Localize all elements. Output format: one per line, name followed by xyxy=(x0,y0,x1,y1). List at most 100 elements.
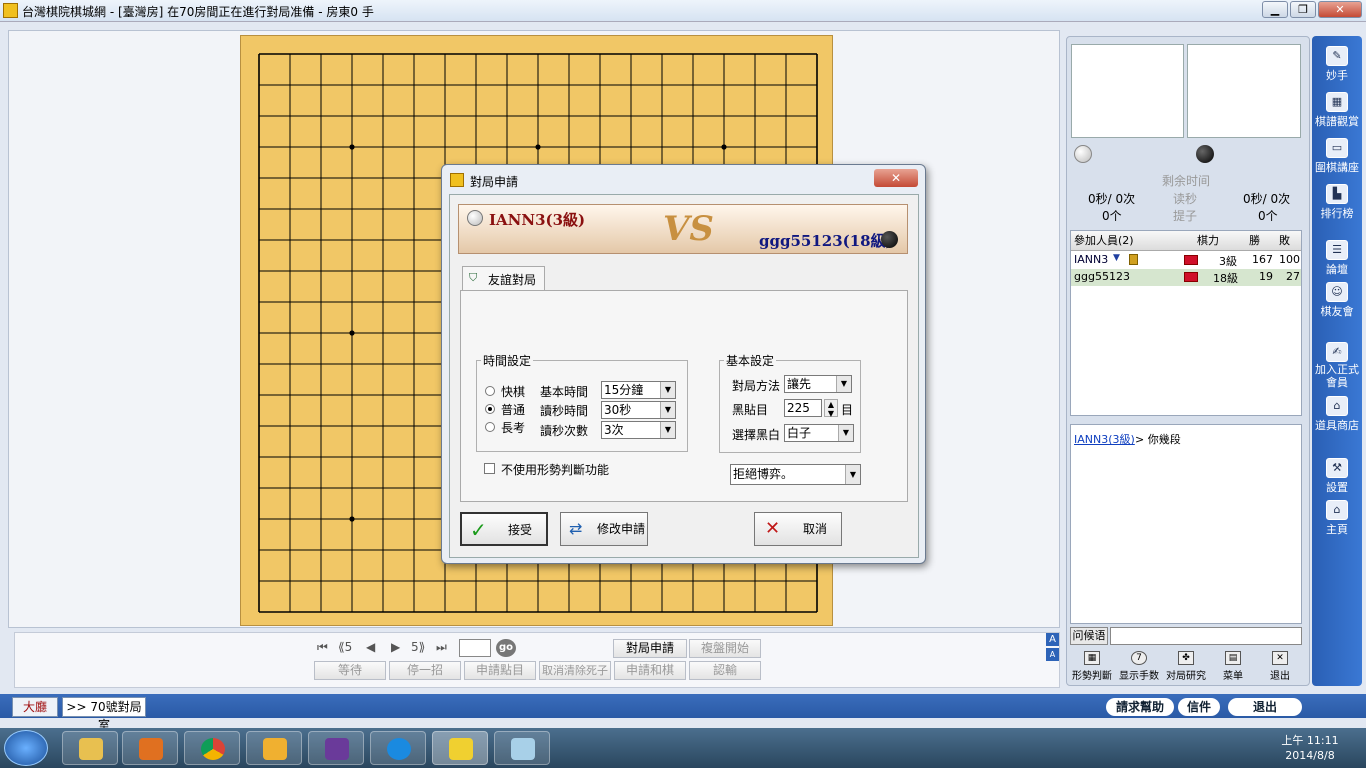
sidebar-item-tesuji[interactable]: ✎ 妙手 xyxy=(1312,46,1362,83)
white-captures: 0个 xyxy=(1102,209,1122,223)
mode-long-radio[interactable] xyxy=(485,422,495,432)
dialog-title: 對局申請 xyxy=(470,175,519,189)
no-judge-checkbox[interactable] xyxy=(484,463,495,474)
pass-button[interactable]: 停一招 xyxy=(389,661,461,680)
taskbar-media[interactable] xyxy=(122,731,178,765)
sidebar-item-settings[interactable]: ⚒ 設置 xyxy=(1312,458,1362,495)
komi-unit: 目 xyxy=(841,403,854,417)
player-row[interactable]: ggg55123 18級 19 27 xyxy=(1071,269,1301,286)
dialog-close-button[interactable]: ✕ xyxy=(874,169,918,187)
sidebar-item-ranking[interactable]: ▙ 排行榜 xyxy=(1312,184,1362,221)
exit-button[interactable]: 退出 xyxy=(1228,698,1302,716)
chat-sender[interactable]: IANN3(3級) xyxy=(1074,431,1135,447)
help-button[interactable]: 請求幫助 xyxy=(1106,698,1174,716)
modify-request-button[interactable]: ⇄ 修改申請 xyxy=(560,512,648,546)
header-rank[interactable]: 棋力 xyxy=(1197,232,1219,250)
back-button[interactable]: ◀ xyxy=(366,640,375,654)
go-button[interactable]: go xyxy=(496,639,516,657)
byoyomi-time-select[interactable]: 30秒 ▼ xyxy=(601,401,676,419)
back5-button[interactable]: ⟪5 xyxy=(338,640,352,654)
chat-log[interactable]: IANN3(3級) > 你幾段 xyxy=(1070,424,1302,624)
player-loss: 100 xyxy=(1279,253,1300,266)
maximize-button[interactable]: ❐ xyxy=(1290,1,1316,18)
taskbar-notes[interactable] xyxy=(494,731,550,765)
basic-time-select[interactable]: 15分鐘 ▼ xyxy=(601,381,676,399)
cancel-button[interactable]: ✕ 取消 xyxy=(754,512,842,546)
tab-friendly-game[interactable]: ⛉ 友誼對局 xyxy=(462,266,545,291)
close-button[interactable]: ✕ xyxy=(1318,1,1362,18)
chat-message: > 你幾段 xyxy=(1135,433,1181,446)
exit-tool[interactable]: ✕ 退出 xyxy=(1256,651,1304,682)
sidebar-item-shop[interactable]: ⌂ 道具商店 xyxy=(1312,396,1362,433)
sidebar-item-kifu[interactable]: ▦ 棋譜觀賞 xyxy=(1312,92,1362,129)
header-loss[interactable]: 敗 xyxy=(1279,232,1290,250)
apply-draw-button[interactable]: 申請和棋 xyxy=(614,661,686,680)
cancel-dead-stones-button[interactable]: 取消清除死子 xyxy=(539,661,611,680)
clock-time: 上午 11:11 xyxy=(1281,734,1339,747)
forward-button[interactable]: ▶ xyxy=(391,640,400,654)
sidebar-item-join[interactable]: ✍ 加入正式會員 xyxy=(1312,342,1362,389)
player-menu-icon[interactable]: ▼ xyxy=(1113,253,1120,263)
greeting-button[interactable]: 问候语 xyxy=(1070,627,1108,645)
star-point xyxy=(721,144,727,150)
apply-game-button[interactable]: 對局申請 xyxy=(613,639,687,658)
show-moves-tool[interactable]: 7 显示手数 xyxy=(1115,651,1163,682)
tab-room[interactable]: >> 70號對局室 xyxy=(62,697,146,732)
color-select[interactable]: 白子 ▼ xyxy=(784,424,854,442)
method-select[interactable]: 讓先 ▼ xyxy=(784,375,852,393)
last-move-button[interactable]: ⏭ xyxy=(436,640,447,655)
accept-label: 接受 xyxy=(508,523,533,537)
taskbar-chrome[interactable] xyxy=(184,731,240,765)
byoyomi-time-value: 30秒 xyxy=(604,403,632,417)
study-tool[interactable]: ✤ 对局研究 xyxy=(1162,651,1210,682)
komi-spinner[interactable]: ▲ ▼ xyxy=(824,399,838,418)
join-icon: ✍ xyxy=(1326,342,1348,362)
resign-button[interactable]: 認輸 xyxy=(689,661,761,680)
mode-fast-radio[interactable] xyxy=(485,386,495,396)
player-rank: 18級 xyxy=(1213,272,1238,285)
taskbar-explorer[interactable] xyxy=(62,731,118,765)
header-name[interactable]: 參加人員(2) xyxy=(1074,232,1134,250)
sidebar-item-lecture[interactable]: ▭ 圍棋講座 xyxy=(1312,138,1362,175)
header-win[interactable]: 勝 xyxy=(1249,232,1260,250)
font-increase-icon[interactable]: A xyxy=(1046,633,1059,646)
mode-long-label: 長考 xyxy=(501,421,526,435)
taskbar-outlook[interactable] xyxy=(246,731,302,765)
menu-label: 菜单 xyxy=(1223,671,1243,682)
taskbar-vs[interactable] xyxy=(308,731,364,765)
sidebar-item-forum[interactable]: ☰ 論壇 xyxy=(1312,240,1362,277)
move-number-input[interactable] xyxy=(459,639,491,657)
tools-icon: ⚒ xyxy=(1326,458,1348,478)
first-move-button[interactable]: ⏮ xyxy=(317,640,328,655)
judge-tool[interactable]: ▦ 形勢判斷 xyxy=(1068,651,1116,682)
mail-button[interactable]: 信件 xyxy=(1178,698,1220,716)
byoyomi-count-select[interactable]: 3次 ▼ xyxy=(601,421,676,439)
taskbar-clock[interactable]: 上午 11:11 2014/8/8 xyxy=(1276,733,1344,763)
forward5-button[interactable]: 5⟫ xyxy=(411,640,425,654)
mode-normal-radio[interactable] xyxy=(485,404,495,414)
komi-input[interactable]: 225 xyxy=(784,399,822,417)
observe-select[interactable]: 拒絕博弈。 ▼ xyxy=(730,464,861,485)
font-decrease-icon[interactable]: A xyxy=(1046,648,1059,661)
apply-count-button[interactable]: 申請點目 xyxy=(464,661,536,680)
tab-lobby[interactable]: 大廳 xyxy=(12,697,58,717)
white-stone-icon xyxy=(467,210,483,226)
game-controls xyxy=(14,632,1060,688)
minimize-button[interactable]: ▁ xyxy=(1262,1,1288,18)
menu-tool[interactable]: ▤ 菜单 xyxy=(1209,651,1257,682)
no-judge-label: 不使用形勢判斷功能 xyxy=(501,463,610,477)
sidebar-item-home[interactable]: ⌂ 主頁 xyxy=(1312,500,1362,537)
black-stone-icon xyxy=(881,231,898,248)
grid-icon: ▦ xyxy=(1326,92,1348,112)
wait-button[interactable]: 等待 xyxy=(314,661,386,680)
accept-button[interactable]: ✓ 接受 xyxy=(460,512,548,546)
taskbar-du[interactable] xyxy=(370,731,426,765)
start-button[interactable] xyxy=(4,730,48,766)
chat-input[interactable] xyxy=(1110,627,1302,645)
chevron-down-icon: ▼ xyxy=(838,425,853,441)
vs-label: VS xyxy=(663,209,714,249)
sidebar-item-club[interactable]: ☺ 棋友會 xyxy=(1312,282,1362,319)
taskbar-go-app[interactable] xyxy=(432,731,488,765)
review-start-button[interactable]: 複盤開始 xyxy=(689,639,761,658)
player-row[interactable]: IANN3 ▼ 3級 167 100 xyxy=(1071,252,1301,269)
